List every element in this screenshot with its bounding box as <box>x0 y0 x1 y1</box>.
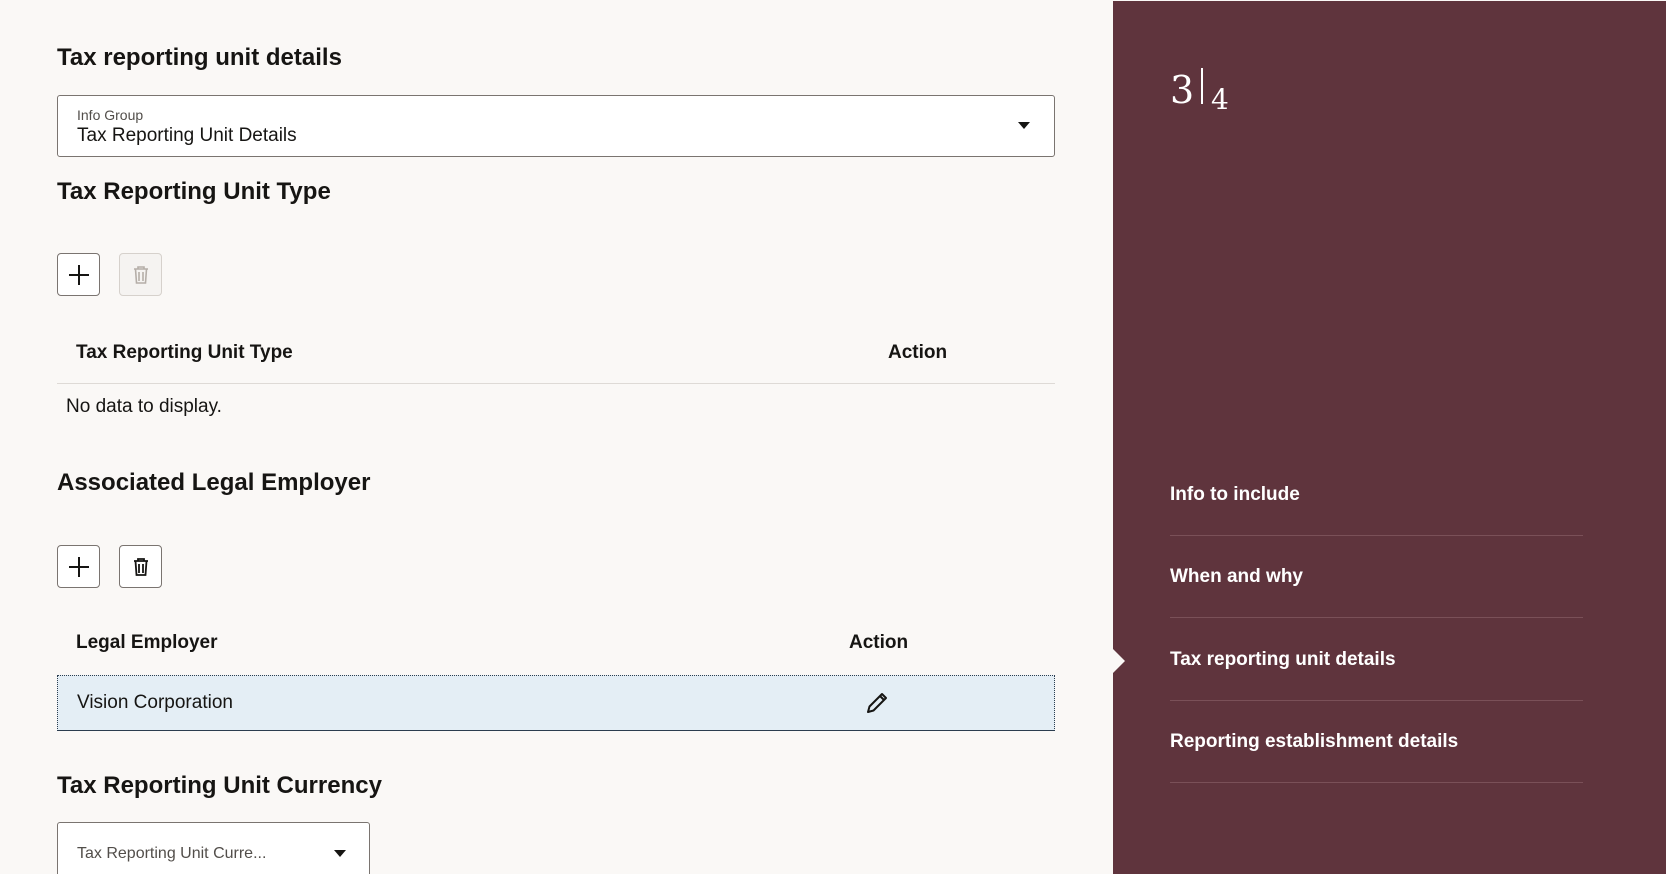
legal-employer-column-header: Legal Employer <box>76 632 218 653</box>
current-step: 3 <box>1170 68 1195 112</box>
table-row[interactable]: Vision Corporation <box>57 675 1055 731</box>
legal-employer-action-header: Action <box>849 632 909 653</box>
nav-item-label: Info to include <box>1170 483 1300 505</box>
plus-icon <box>68 264 89 285</box>
trash-icon <box>133 265 148 284</box>
delete-legal-employer-button[interactable] <box>119 545 162 588</box>
step-separator <box>1201 68 1203 104</box>
nav-item-when-and-why[interactable]: When and why <box>1170 536 1583 618</box>
nav-item-label: When and why <box>1170 565 1303 587</box>
info-group-label: Info Group <box>77 107 144 123</box>
table-header-divider <box>57 383 1055 384</box>
nav-item-label: Tax reporting unit details <box>1170 648 1396 670</box>
empty-table-message: No data to display. <box>66 396 222 417</box>
nav-item-tax-reporting-unit-details[interactable]: Tax reporting unit details <box>1170 619 1583 701</box>
currency-heading: Tax Reporting Unit Currency <box>57 772 382 799</box>
main-content: Tax reporting unit details Info Group Ta… <box>0 0 1113 874</box>
delete-tru-type-button[interactable] <box>119 253 162 296</box>
chevron-down-icon <box>1018 122 1030 129</box>
info-group-select[interactable]: Info Group Tax Reporting Unit Details <box>57 95 1055 157</box>
nav-item-reporting-establishment-details[interactable]: Reporting establishment details <box>1170 701 1583 783</box>
nav-item-label: Reporting establishment details <box>1170 730 1459 752</box>
legal-employer-heading: Associated Legal Employer <box>57 469 371 496</box>
add-legal-employer-button[interactable] <box>57 545 100 588</box>
legal-employer-name: Vision Corporation <box>77 692 233 713</box>
tru-type-heading: Tax Reporting Unit Type <box>57 178 331 205</box>
info-group-value: Tax Reporting Unit Details <box>77 125 297 146</box>
currency-select[interactable]: Tax Reporting Unit Curre... <box>57 822 370 874</box>
page-title: Tax reporting unit details <box>57 44 342 71</box>
edit-legal-employer-button[interactable] <box>863 689 891 722</box>
trash-icon <box>133 557 148 576</box>
tru-type-action-header: Action <box>888 342 948 363</box>
tru-type-column-header: Tax Reporting Unit Type <box>76 342 293 363</box>
active-step-indicator <box>1113 649 1125 673</box>
plus-icon <box>68 556 89 577</box>
chevron-down-icon <box>334 850 346 857</box>
total-steps: 4 <box>1211 83 1229 116</box>
add-tru-type-button[interactable] <box>57 253 100 296</box>
nav-item-info-to-include[interactable]: Info to include <box>1170 454 1583 536</box>
currency-placeholder: Tax Reporting Unit Curre... <box>77 845 267 862</box>
pencil-icon <box>867 693 887 713</box>
